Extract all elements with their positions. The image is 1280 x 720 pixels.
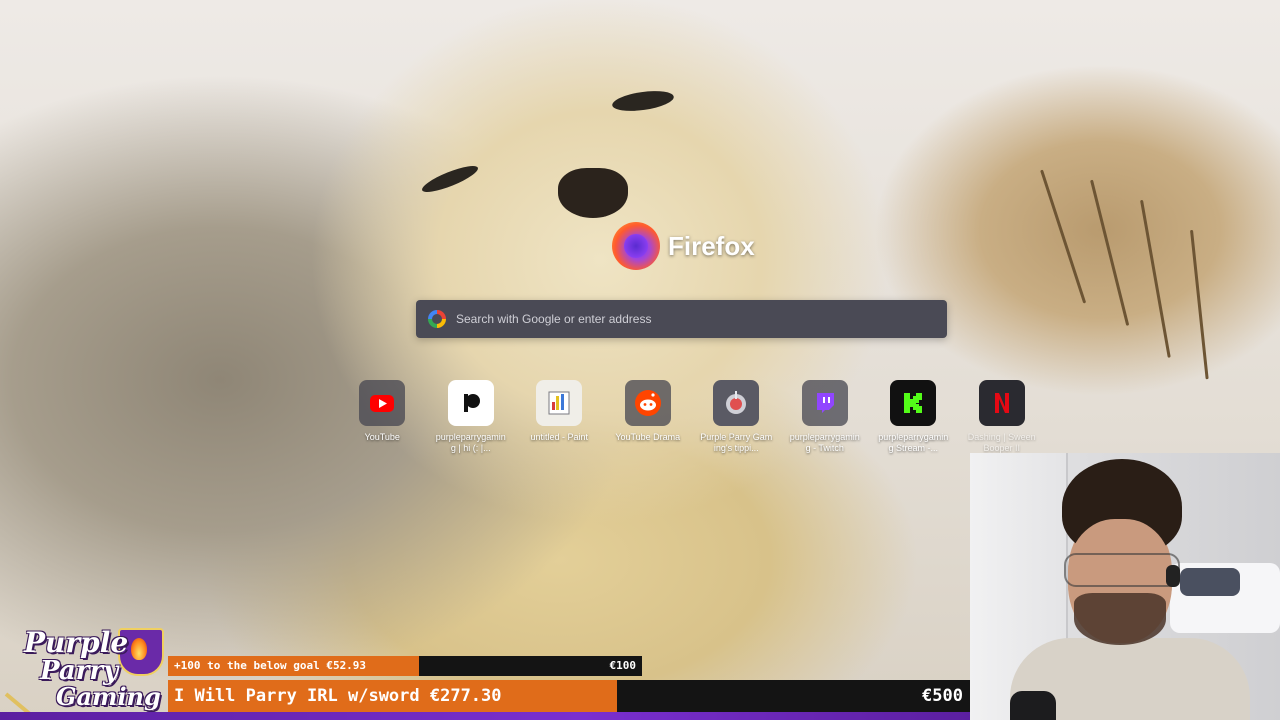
logo-line-1: Purple xyxy=(24,626,129,659)
search-bar[interactable] xyxy=(416,300,947,338)
tipping-icon xyxy=(713,380,760,426)
firefox-brand: Firefox xyxy=(612,222,755,270)
flipper-claw xyxy=(1040,169,1087,304)
seal-eye-right xyxy=(611,87,675,115)
shortcut-label: purpleparrygaming | hi (: |... xyxy=(435,432,506,453)
shortcut-label: untitled - Paint xyxy=(530,432,589,442)
search-input[interactable] xyxy=(454,311,947,327)
brand-name: Firefox xyxy=(668,230,755,261)
webcam-glasses xyxy=(1064,553,1180,587)
shortcut-tipping[interactable]: Purple Parry Gaming's tippi... xyxy=(692,380,781,454)
screen: Firefox YouTube purpleparrygaming xyxy=(0,0,1280,720)
microphone-icon xyxy=(1010,691,1056,720)
seal-nose xyxy=(558,168,628,218)
firefox-logo-icon xyxy=(612,222,660,270)
top-sites: YouTube purpleparrygaming | hi (: |... u… xyxy=(338,380,1046,454)
goal-max: €100 xyxy=(609,659,637,672)
shortcut-youtube[interactable]: YouTube xyxy=(338,380,427,454)
shortcut-twitch[interactable]: purpleparrygaming - Twitch xyxy=(781,380,870,454)
main-goal-max: €500 xyxy=(922,686,963,706)
reddit-icon xyxy=(624,380,671,426)
shortcut-kick[interactable]: purpleparrygaming Stream -... xyxy=(869,380,958,454)
netflix-icon xyxy=(978,380,1025,426)
shortcut-label: purpleparrygaming - Twitch xyxy=(789,432,860,453)
goal-text: +100 to the below goal €52.93 xyxy=(174,659,367,672)
flame-icon xyxy=(131,638,147,660)
webcam-feed xyxy=(970,453,1280,720)
shortcut-label: YouTube Drama xyxy=(615,432,681,442)
kick-icon xyxy=(890,380,937,426)
shortcut-paint[interactable]: untitled - Paint xyxy=(515,380,604,454)
main-goal-text: I Will Parry IRL w/sword €277.30 xyxy=(174,686,502,706)
shortcut-netflix[interactable]: Dashing | Sween Booper II xyxy=(958,380,1047,454)
youtube-icon xyxy=(359,380,406,426)
shortcut-youtube-drama[interactable]: YouTube Drama xyxy=(604,380,693,454)
shortcut-label: YouTube xyxy=(364,432,400,442)
overlay-accent-strip xyxy=(0,712,970,720)
google-icon xyxy=(428,310,446,328)
twitch-icon xyxy=(801,380,848,426)
paint-icon xyxy=(536,380,583,426)
purple-parry-gaming-logo: Purple Parry Gaming xyxy=(0,620,168,720)
main-donation-goal-bar: I Will Parry IRL w/sword €277.30 €500 xyxy=(168,680,970,712)
shortcut-label: purpleparrygaming Stream -... xyxy=(878,432,949,453)
donation-goal-bar: +100 to the below goal €52.93 €100 xyxy=(168,656,642,676)
seal-eye-left xyxy=(419,161,481,197)
flipper-claw xyxy=(1190,229,1209,380)
shortcut-patreon[interactable]: purpleparrygaming | hi (: |... xyxy=(427,380,516,454)
webcam-earbud xyxy=(1166,565,1180,587)
webcam-pillow xyxy=(1180,568,1240,596)
patreon-icon xyxy=(447,380,494,426)
flipper-claw xyxy=(1140,199,1171,358)
shortcut-label: Dashing | Sween Booper II xyxy=(967,432,1036,453)
shortcut-label: Purple Parry Gaming's tippi... xyxy=(700,432,773,453)
flipper-claw xyxy=(1090,179,1130,326)
logo-line-3: Gaming xyxy=(56,682,161,711)
webcam-beard xyxy=(1074,593,1166,645)
